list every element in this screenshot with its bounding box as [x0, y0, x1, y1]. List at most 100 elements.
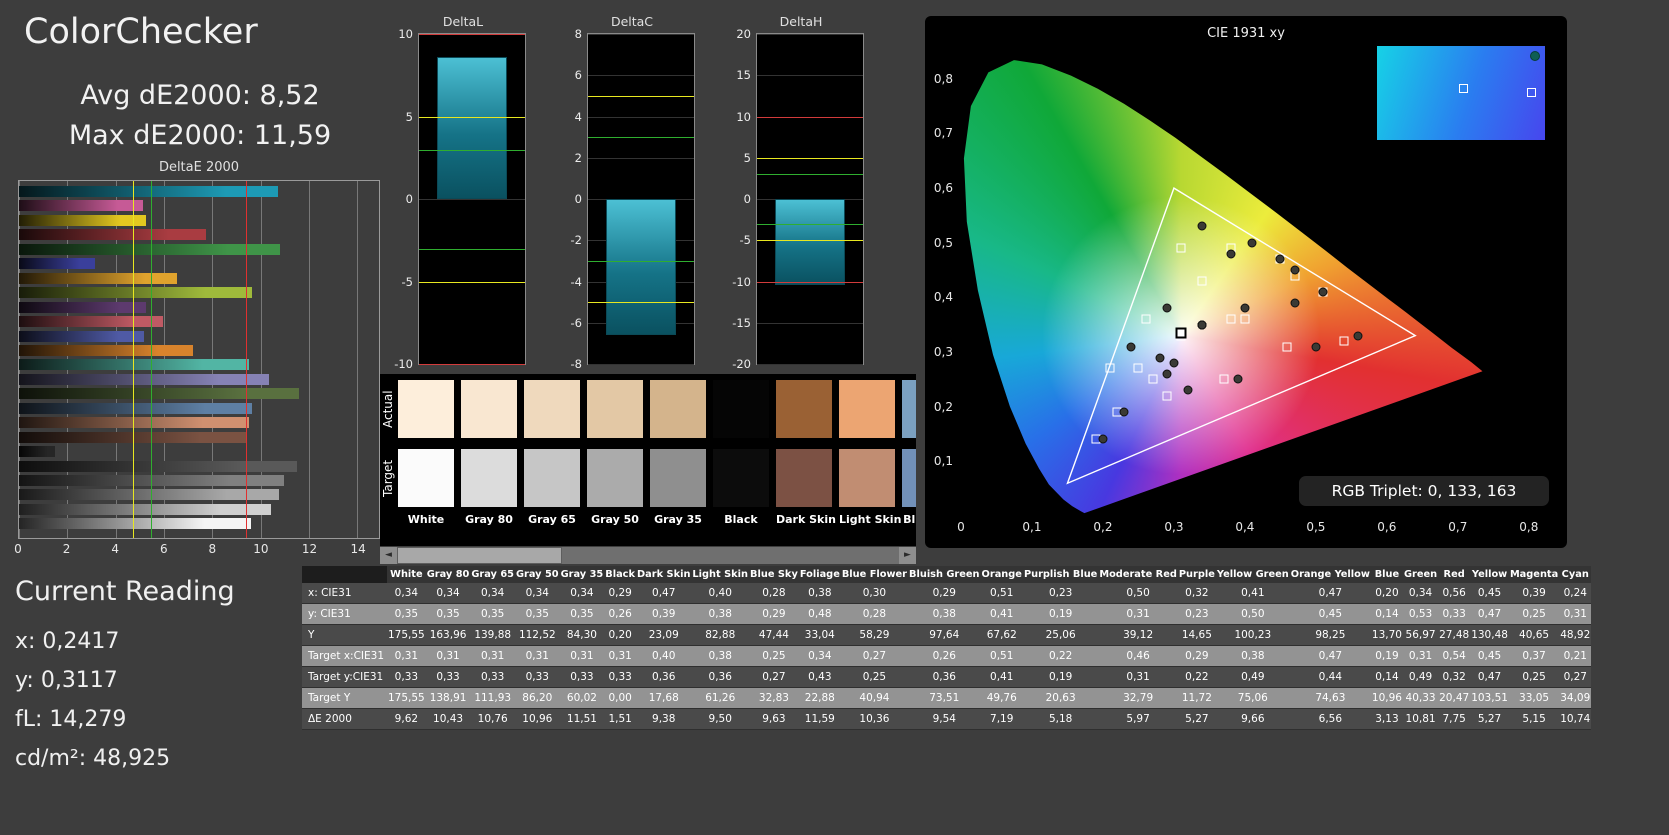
table-cell: 20,47: [1438, 687, 1471, 709]
table-cell: 0,33: [1438, 603, 1471, 625]
table-cell: 11,72: [1177, 687, 1216, 709]
table-column-header-light-skin: Light Skin: [691, 566, 750, 583]
de-axis-tick-label: 8: [208, 542, 217, 556]
table-cell: 0,31: [559, 645, 605, 667]
table-cell: 0,32: [1177, 583, 1216, 604]
cie-measured-point: [1169, 358, 1179, 368]
table-cell: 0,38: [908, 603, 981, 625]
table-cell: 74,63: [1289, 687, 1371, 709]
table-cell: 0,49: [1402, 666, 1439, 688]
swatch-label: Dark Skin: [776, 513, 836, 526]
table-cell: 0,47: [1289, 583, 1371, 604]
swatch-target-dark-skin: [776, 449, 832, 507]
scrollbar-left-arrow-icon[interactable]: ◄: [380, 547, 397, 564]
de-axis-tick-label: 4: [111, 542, 119, 556]
cie-measured-point: [1197, 221, 1207, 231]
table-cell: 0,38: [1215, 645, 1290, 667]
table-cell: 86,20: [515, 687, 560, 709]
table-cell: 0,29: [749, 603, 799, 625]
de-bar-blue-flower: [19, 373, 270, 385]
table-header-row: White Gray 80 Gray 65 Gray 50 Gray 35 Black Da…: [302, 566, 1592, 583]
de-reference-line: [132, 181, 134, 538]
table-cell: 75,06: [1215, 687, 1290, 709]
inset-target-point: [1459, 84, 1468, 93]
cie-measured-point: [1183, 385, 1193, 395]
swatch-actual-blue-sky: [902, 380, 916, 438]
table-cell: 73,51: [908, 687, 981, 709]
table-column-header-moderate-red: Moderate Red: [1098, 566, 1178, 583]
cie-measured-point: [1240, 303, 1250, 313]
de-axis-tick-label: 6: [159, 542, 168, 556]
vchart-gridline: [588, 116, 694, 118]
table-cell: 0,30: [840, 583, 909, 604]
cie-x-axis: 0 0,1 0,2 0,3 0,4 0,5 0,6 0,7 0,8: [957, 520, 1543, 536]
table-cell: 17,68: [636, 687, 692, 709]
table-cell: 0,21: [1559, 645, 1592, 667]
swatch-scrollbar[interactable]: ◄ ►: [380, 547, 916, 564]
de-bar-yellow: [19, 214, 147, 226]
cie-measured-point: [1275, 254, 1285, 264]
de-bar-purplish-blue: [19, 330, 145, 342]
de-bar-orange: [19, 344, 193, 356]
swatch-column-dark-skin: Dark Skin: [776, 380, 836, 526]
table-cell: 175,55: [387, 687, 426, 709]
swatch-target-white: [398, 449, 454, 507]
cie-measured-point: [1353, 331, 1363, 341]
swatch-target-blue-sky: [902, 449, 916, 507]
vchart-reference-line: [588, 137, 694, 139]
table-cell: 163,96: [425, 624, 471, 646]
table-cell: 0,41: [980, 666, 1023, 688]
cie-target-point: [1339, 336, 1349, 346]
de-bar-gray-80: [19, 503, 271, 515]
inset-measured-point: [1530, 51, 1540, 61]
table-cell: 9,54: [908, 708, 981, 730]
de-bar-light-skin: [19, 417, 249, 429]
de-axis-tick-label: 2: [62, 542, 71, 556]
table-cell: 0,35: [559, 603, 605, 625]
table-cell: 0,14: [1370, 666, 1403, 688]
cie-target-point: [1219, 374, 1229, 384]
scrollbar-track[interactable]: [397, 547, 899, 564]
table-cell: 0,47: [1470, 603, 1509, 625]
swatch-actual-white: [398, 380, 454, 438]
table-cell: 130,48: [1470, 624, 1509, 646]
vchart-axis-tick-label: -5: [401, 274, 413, 289]
vchart-bar: [775, 199, 845, 285]
vchart-reference-line: [757, 116, 863, 118]
table-cell: 0,19: [1022, 603, 1099, 625]
table-column-header-bluish-green: Bluish Green: [908, 566, 981, 583]
table-cell: 0,34: [1402, 583, 1439, 604]
current-reading: Current Reading x: 0,2417 y: 0,3117 fL: …: [15, 576, 235, 778]
swatch-column-light-skin: Light Skin: [839, 380, 901, 526]
table-cell: 0,50: [1215, 603, 1290, 625]
deltaL-plot: 10 5 0 -5 -10: [394, 27, 526, 371]
table-row-target-x-cie31: Target x:CIE31 0,31 0,31 0,31 0,31 0,31 0,31 0,…: [302, 645, 1592, 667]
table-cell: 0,50: [1098, 583, 1178, 604]
table-cell: 1,51: [604, 708, 637, 730]
cie-target-point: [1240, 314, 1250, 324]
table-cell: 0,41: [980, 603, 1023, 625]
vchart-axis-tick-label: -5: [739, 233, 751, 248]
table-column-header-dark-skin: Dark Skin: [636, 566, 692, 583]
table-cell: 32,83: [749, 687, 799, 709]
vchart-axis-tick-label: 0: [405, 192, 413, 206]
scrollbar-thumb[interactable]: [397, 547, 562, 564]
table-corner-cell: [302, 566, 387, 583]
table-cell: 0,33: [387, 666, 426, 688]
de-gridline: [308, 181, 310, 538]
table-row-target-y-cie31: Target y:CIE31 0,33 0,33 0,33 0,33 0,33 0,33 0,…: [302, 666, 1592, 688]
table-row-label: x: CIE31: [302, 583, 387, 604]
table-cell: 0,34: [515, 583, 560, 604]
scrollbar-right-arrow-icon[interactable]: ►: [899, 547, 916, 564]
table-cell: 0,27: [749, 666, 799, 688]
table-column-header-purplish-blue: Purplish Blue: [1022, 566, 1099, 583]
cie-target-point: [1226, 314, 1236, 324]
swatch-actual-gray-80: [461, 380, 517, 438]
table-cell: 0,56: [1438, 583, 1471, 604]
table-cell: 0,32: [1438, 666, 1471, 688]
table-cell: 100,23: [1215, 624, 1290, 646]
table-column-header-black: Black: [604, 566, 637, 583]
deltaC-plot: 8 6 4 2 0 -2 -4 -6 -8: [571, 27, 695, 371]
table-cell: 11,59: [798, 708, 841, 730]
cie-y-axis-tick-label: 0,3: [933, 345, 953, 360]
